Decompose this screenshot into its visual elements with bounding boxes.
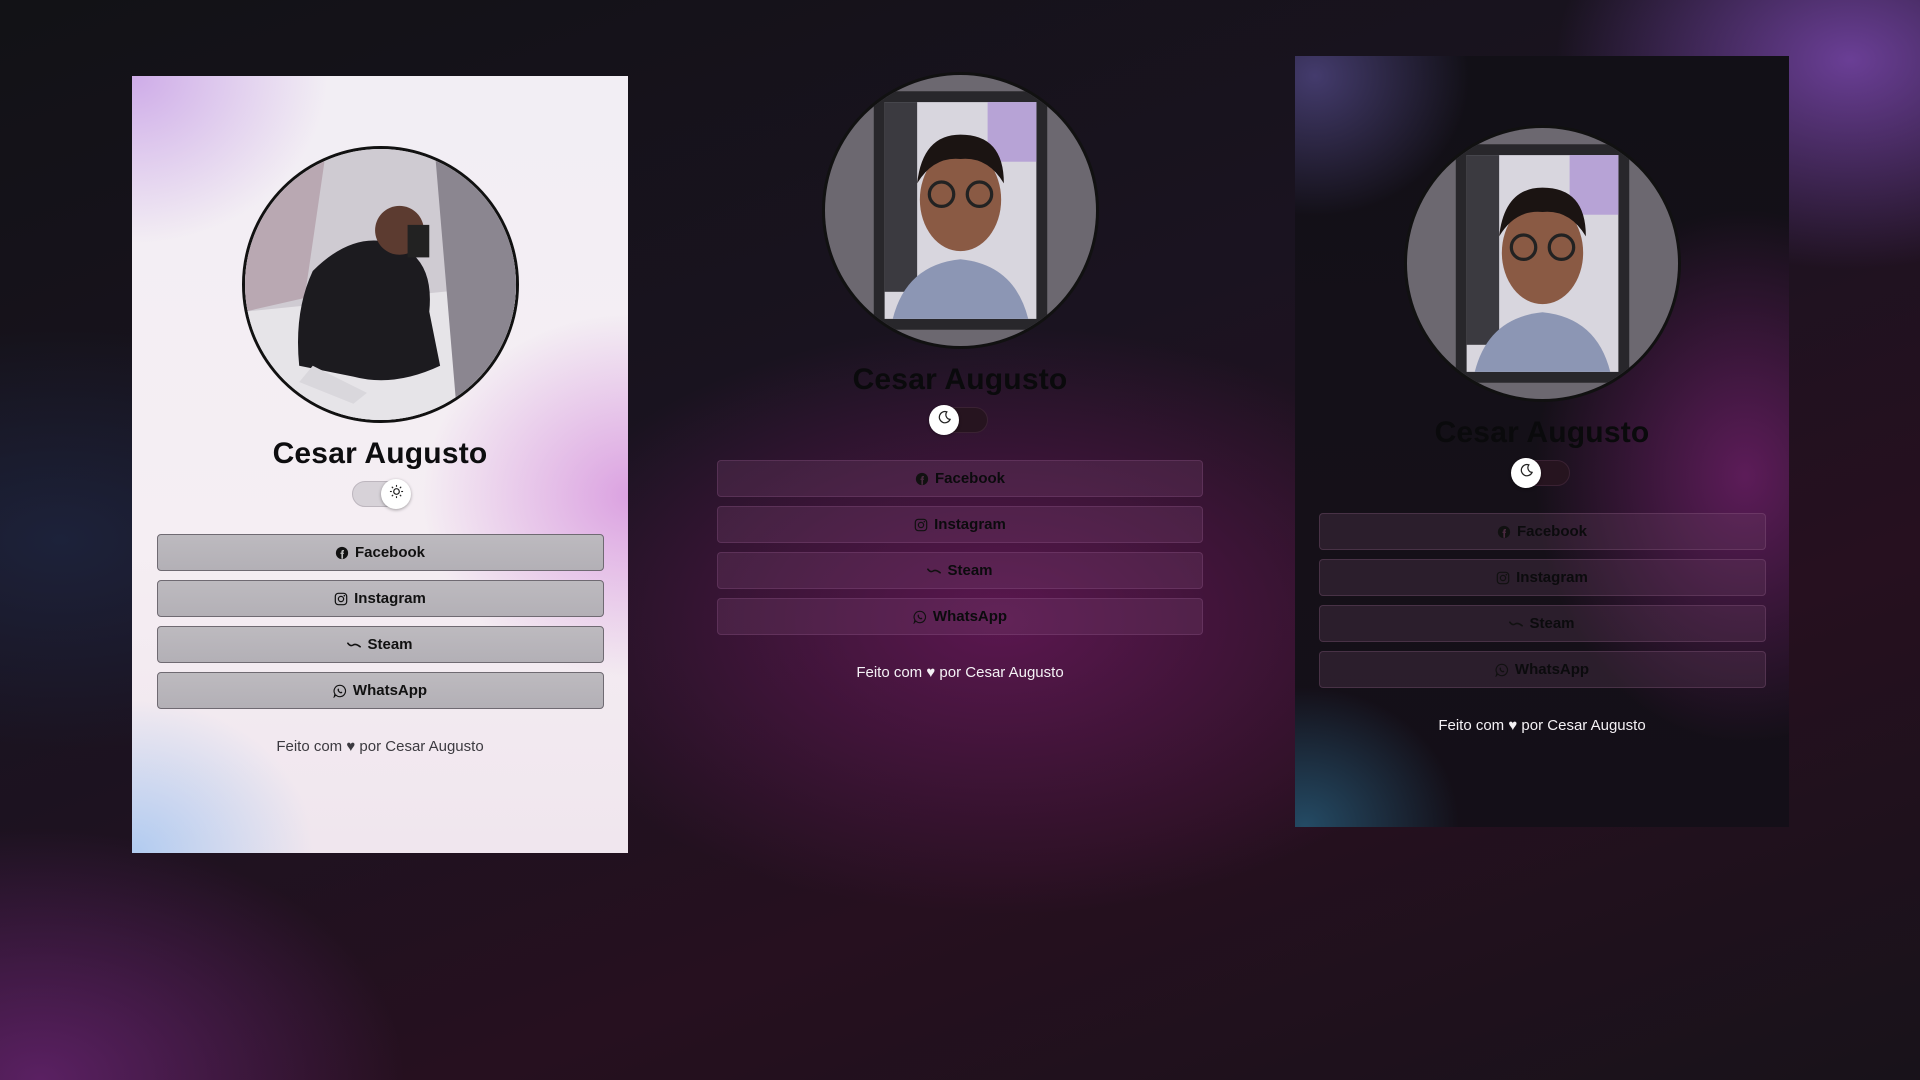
steam-label: Steam: [1529, 615, 1575, 632]
facebook-link[interactable]: Facebook: [717, 460, 1203, 497]
toggle-knob[interactable]: [929, 405, 959, 435]
avatar-photo: [824, 75, 1096, 346]
whatsapp-icon: [333, 684, 347, 698]
instagram-link[interactable]: Instagram: [717, 506, 1203, 543]
facebook-icon: [1497, 525, 1511, 539]
whatsapp-label: WhatsApp: [352, 682, 428, 699]
instagram-label: Instagram: [1516, 569, 1588, 586]
link-list: Facebook Instagram Steam WhatsApp: [717, 460, 1203, 635]
profile-name: Cesar Augusto: [272, 437, 488, 470]
steam-link[interactable]: Steam: [717, 552, 1203, 589]
theme-toggle[interactable]: [929, 405, 988, 435]
facebook-link[interactable]: Facebook: [156, 534, 604, 571]
steam-icon: [1509, 617, 1524, 631]
whatsapp-link[interactable]: WhatsApp: [1318, 651, 1766, 688]
instagram-link[interactable]: Instagram: [1318, 559, 1766, 596]
theme-toggle[interactable]: [352, 479, 411, 509]
toggle-knob[interactable]: [1511, 458, 1541, 488]
whatsapp-label: WhatsApp: [1514, 661, 1590, 678]
facebook-label: Facebook: [934, 470, 1006, 487]
instagram-icon: [914, 518, 928, 532]
instagram-label: Instagram: [354, 590, 426, 607]
sun-icon: [389, 484, 404, 504]
profile-card-dark: Cesar Augusto Facebook Instagram Steam W…: [1295, 56, 1789, 827]
link-list: Facebook Instagram Steam WhatsApp: [156, 534, 604, 709]
profile-card-dark-floating: Cesar Augusto Facebook Instagram Steam W…: [717, 72, 1203, 712]
footer-credit: Feito com ♥ por Cesar Augusto: [276, 738, 484, 755]
whatsapp-link[interactable]: WhatsApp: [717, 598, 1203, 635]
instagram-link[interactable]: Instagram: [156, 580, 604, 617]
whatsapp-icon: [1495, 663, 1509, 677]
avatar: [241, 146, 519, 423]
facebook-link[interactable]: Facebook: [1318, 513, 1766, 550]
avatar-photo: [1406, 128, 1678, 399]
profile-name: Cesar Augusto: [852, 363, 1068, 396]
steam-label: Steam: [947, 562, 993, 579]
moon-icon: [1519, 463, 1534, 483]
steam-link[interactable]: Steam: [1318, 605, 1766, 642]
profile-name: Cesar Augusto: [1434, 416, 1650, 449]
footer-credit: Feito com ♥ por Cesar Augusto: [1438, 717, 1646, 734]
whatsapp-label: WhatsApp: [932, 608, 1008, 625]
steam-label: Steam: [367, 636, 413, 653]
facebook-icon: [915, 472, 929, 486]
instagram-icon: [1496, 571, 1510, 585]
moon-icon: [937, 410, 952, 430]
instagram-icon: [334, 592, 348, 606]
whatsapp-link[interactable]: WhatsApp: [156, 672, 604, 709]
profile-card-light: Cesar Augusto Facebook Instagram Steam W…: [132, 76, 628, 853]
toggle-knob[interactable]: [381, 479, 411, 509]
whatsapp-icon: [913, 610, 927, 624]
link-list: Facebook Instagram Steam WhatsApp: [1318, 513, 1766, 688]
avatar-photo: [244, 149, 516, 420]
steam-icon: [347, 638, 362, 652]
theme-toggle[interactable]: [1511, 458, 1570, 488]
avatar: [821, 72, 1099, 349]
facebook-label: Facebook: [1516, 523, 1588, 540]
facebook-icon: [335, 546, 349, 560]
steam-icon: [927, 564, 942, 578]
steam-link[interactable]: Steam: [156, 626, 604, 663]
avatar: [1403, 125, 1681, 402]
footer-credit: Feito com ♥ por Cesar Augusto: [856, 664, 1064, 681]
instagram-label: Instagram: [934, 516, 1006, 533]
facebook-label: Facebook: [354, 544, 426, 561]
